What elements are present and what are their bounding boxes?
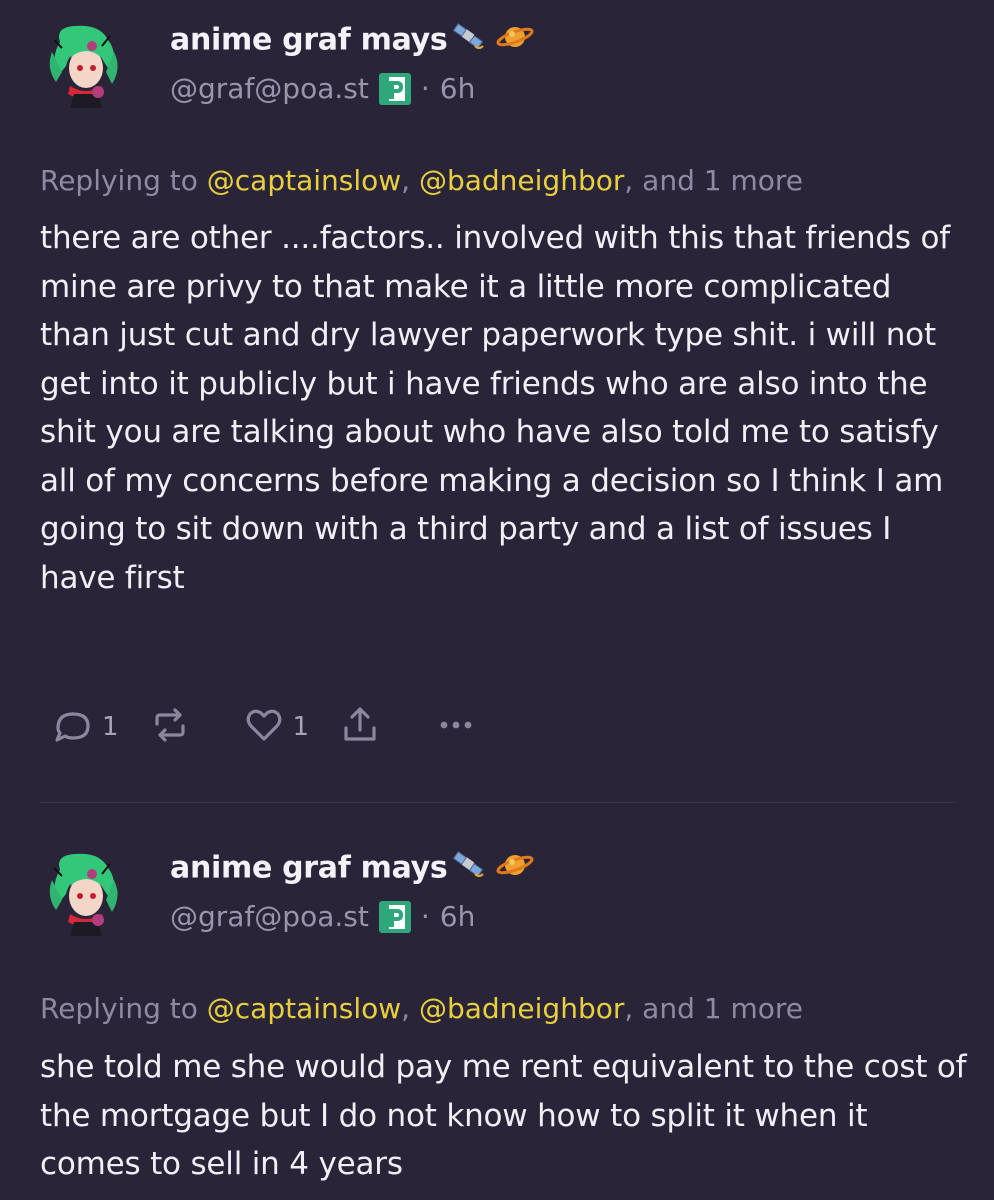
post-time[interactable]: 6h [440,900,476,933]
handle-row: @graf@poa.st · 6h [170,900,475,933]
avatar[interactable] [40,850,126,936]
display-name[interactable]: anime graf mays [170,22,535,60]
display-name-text: anime graf mays [170,850,448,886]
separator-dot: · [420,900,430,933]
display-name[interactable]: anime graf mays [170,850,535,888]
handle[interactable]: @graf@poa.st [170,72,369,105]
replying-label: Replying to [40,164,198,197]
post-divider [40,802,955,803]
separator-dot: · [420,72,430,105]
post-actions: 1 1 [50,702,507,752]
pleroma-p-icon [378,72,411,105]
heart-icon [241,702,287,752]
mention-comma: , [401,164,411,197]
post-time[interactable]: 6h [440,72,476,105]
avatar[interactable] [40,22,126,108]
like-button[interactable]: 1 [241,702,310,752]
mention-comma: , [401,992,411,1025]
reply-count: 1 [102,712,119,742]
and-more-label[interactable]: , and 1 more [624,992,803,1025]
share-icon [337,702,383,752]
post-body: there are other ....factors.. involved w… [40,220,950,596]
and-more-label[interactable]: , and 1 more [624,164,803,197]
share-button[interactable] [337,702,383,752]
more-button[interactable] [433,702,479,752]
more-dots-icon [433,702,479,752]
ringed-planet-icon [495,850,535,888]
satellite-icon [453,850,489,888]
post-body: she told me she would pay me rent equiva… [40,1049,967,1182]
satellite-icon [453,22,489,60]
like-count: 1 [292,712,310,742]
replying-label: Replying to [40,992,198,1025]
reply-context: Replying to @captainslow, @badneighbor, … [40,992,803,1025]
reply-button[interactable]: 1 [50,702,119,752]
mention-link[interactable]: @captainslow [207,992,401,1025]
repost-icon [147,702,193,752]
mention-link[interactable]: @captainslow [207,164,401,197]
post[interactable]: anime graf mays @graf@poa.st · 6h Replyi… [0,830,994,1200]
mention-link[interactable]: @badneighbor [419,164,624,197]
mention-link[interactable]: @badneighbor [419,992,624,1025]
handle-row: @graf@poa.st · 6h [170,72,475,105]
reply-icon [50,702,96,752]
timeline: anime graf mays @graf@poa.st · 6h Replyi… [0,0,994,1200]
pleroma-p-icon [378,900,411,933]
ringed-planet-icon [495,22,535,60]
reply-context: Replying to @captainslow, @badneighbor, … [40,164,803,197]
handle[interactable]: @graf@poa.st [170,900,369,933]
post[interactable]: anime graf mays @graf@poa.st · 6h Replyi… [0,0,994,800]
display-name-text: anime graf mays [170,22,448,58]
repost-button[interactable] [147,702,193,752]
